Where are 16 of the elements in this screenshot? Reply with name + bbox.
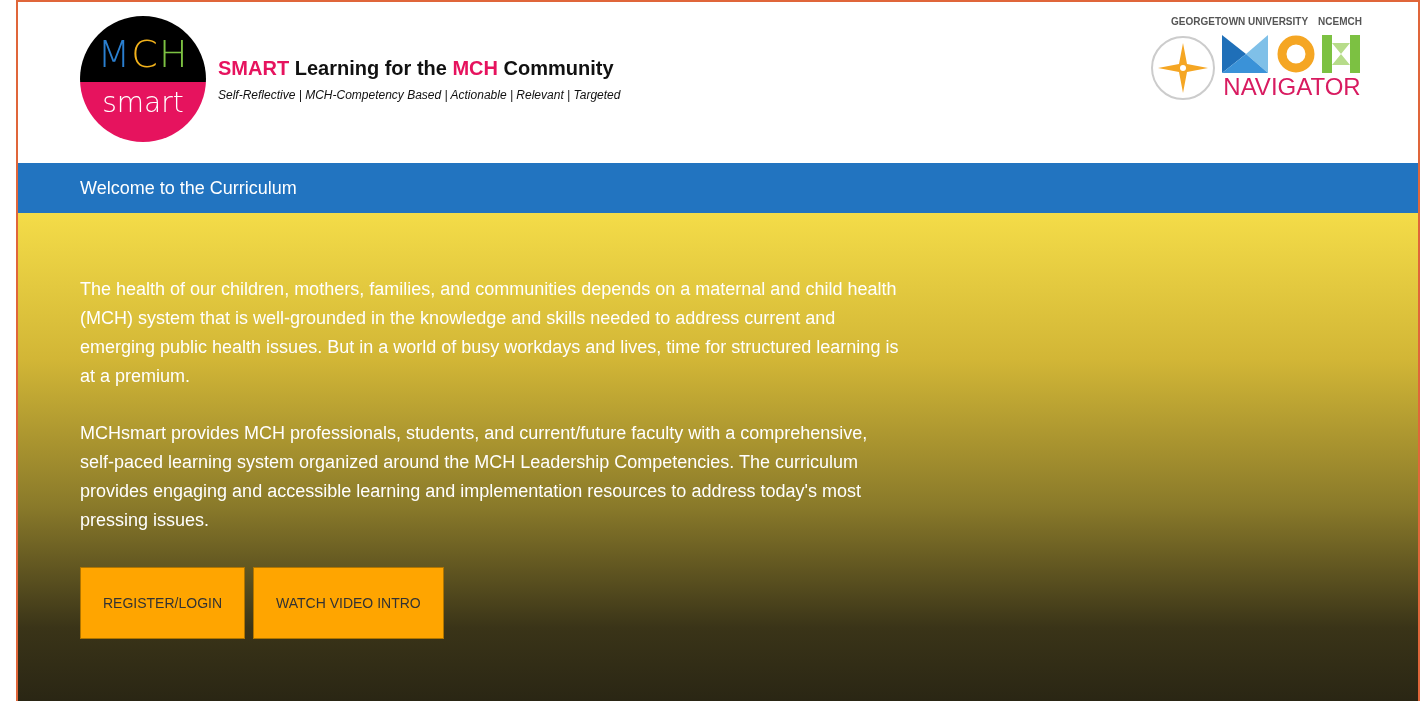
partner-name: GEORGETOWN UNIVERSITY bbox=[1171, 16, 1309, 27]
hero-paragraph: MCHsmart provides MCH professionals, students, and current/future faculty with a comprehensive, self-paced learning system organized around the MCH Leadership Competencies. The curriculum provides engaging and accessible learning and implementation resources to address today's most pressing issues. bbox=[80, 422, 869, 532]
site-title-part: Community bbox=[502, 56, 614, 79]
partner-name: NCEMCH bbox=[1318, 16, 1362, 27]
logo-letters: M CH bbox=[97, 32, 189, 76]
site-title-part: MCH bbox=[452, 56, 498, 79]
hero-paragraph: The health of our children, mothers, families, and communities depends on a maternal and child health (MCH) system that is well-grounded in the knowledge and skills needed to address current and emerging public health issues. But in a world of busy workdays and lives, time for structured learning is at a premium. bbox=[80, 278, 900, 388]
compass-icon bbox=[1150, 35, 1216, 101]
site-title-part: Learning for the bbox=[293, 56, 448, 79]
nav-bar-title: Welcome to the Curriculum bbox=[80, 177, 297, 199]
hero-button[interactable]: WATCH VIDEO INTRO bbox=[253, 567, 444, 639]
tagline: Self-Reflective | MCH-Competency Based | Actionable | Relevant | Targeted bbox=[218, 87, 621, 102]
navigator-wordmark: NAVIGATOR bbox=[1223, 73, 1361, 101]
hero-button[interactable]: REGISTER/LOGIN bbox=[80, 567, 246, 639]
logo-word: smart bbox=[102, 86, 184, 119]
site-title-part: SMART bbox=[218, 56, 290, 79]
